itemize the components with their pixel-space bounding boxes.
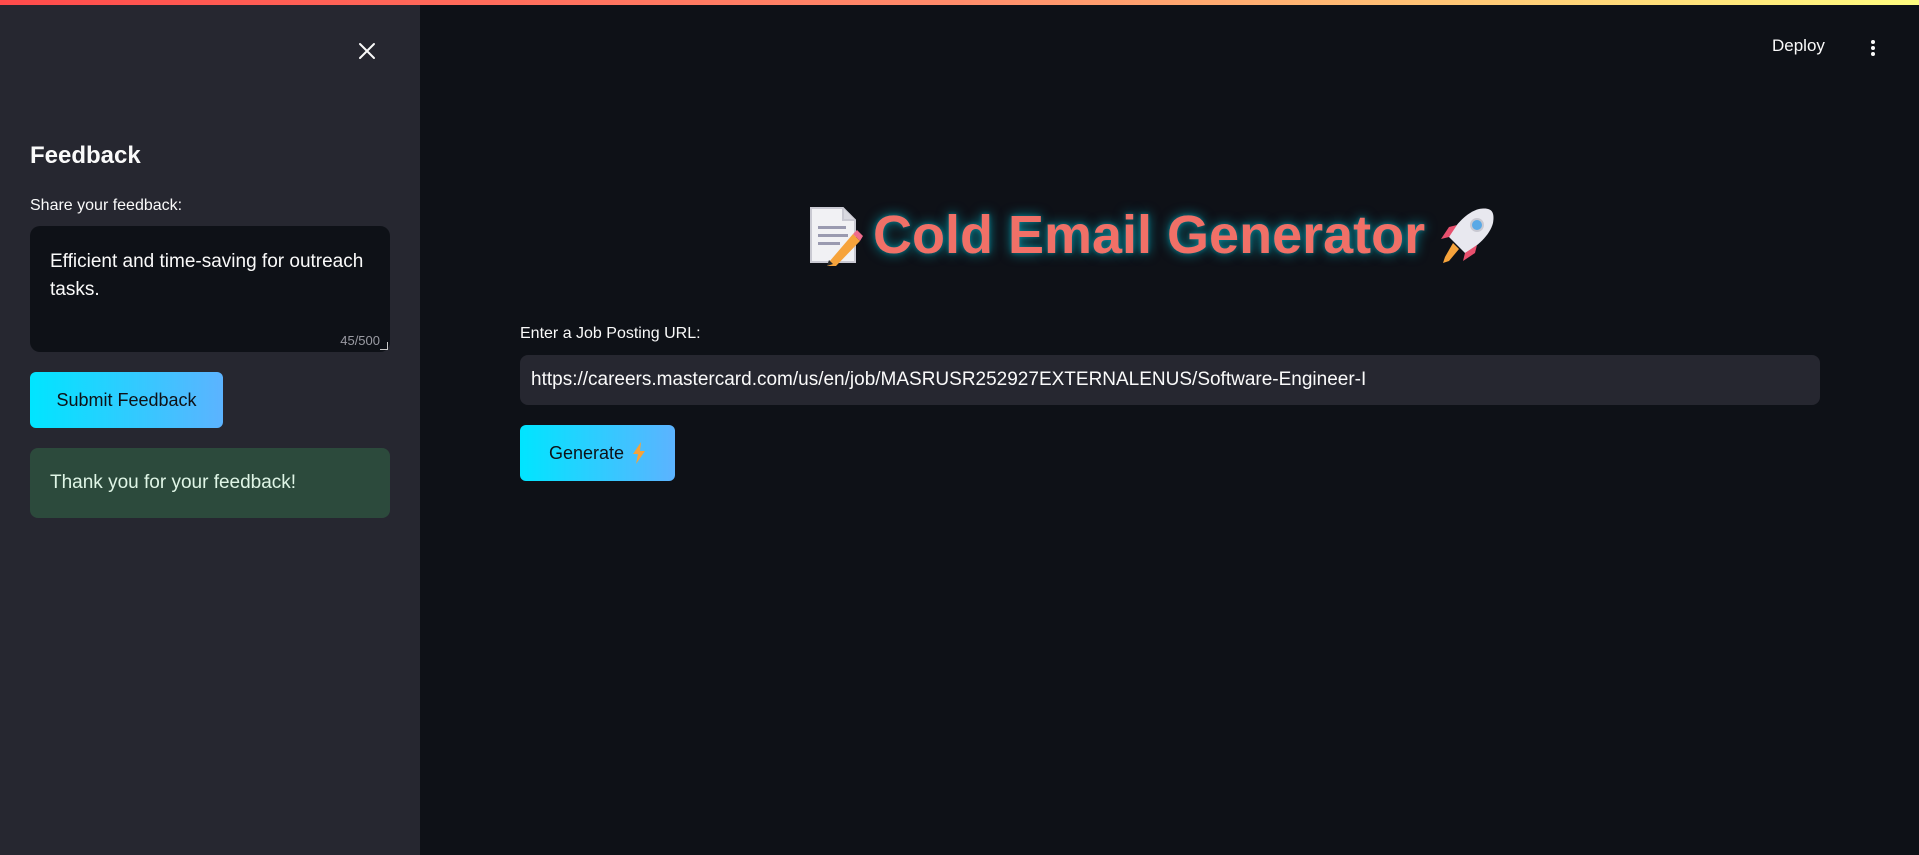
submit-feedback-button[interactable]: Submit Feedback	[30, 372, 223, 428]
close-icon	[359, 43, 375, 59]
kebab-menu-icon[interactable]	[1865, 36, 1881, 60]
memo-icon	[810, 207, 863, 266]
title-text: Cold Email Generator	[873, 205, 1426, 265]
success-alert: Thank you for your feedback!	[30, 448, 390, 518]
sidebar-title: Feedback	[30, 142, 141, 169]
feedback-label: Share your feedback:	[30, 197, 183, 214]
deploy-button[interactable]: Deploy	[1772, 36, 1825, 56]
job-url-input[interactable]	[520, 355, 1820, 405]
lightning-icon	[633, 442, 646, 464]
top-decoration-stripe	[0, 0, 1919, 5]
feedback-textarea[interactable]: Efficient and time-saving for outreach t…	[30, 226, 390, 352]
generate-label: Generate	[548, 442, 625, 463]
rocket-icon	[1441, 208, 1494, 263]
close-sidebar-button[interactable]	[352, 36, 382, 66]
resize-handle-icon[interactable]	[380, 342, 388, 350]
generate-button[interactable]: Generate	[520, 425, 675, 481]
success-message: Thank you for your feedback!	[50, 472, 297, 493]
sidebar: Feedback Share your feedback: Efficient …	[0, 0, 420, 855]
url-label: Enter a Job Posting URL:	[520, 325, 701, 342]
char-count: 45/500	[340, 333, 380, 348]
page-title: Cold Email Generator	[805, 200, 1499, 270]
feedback-textarea-container: Efficient and time-saving for outreach t…	[30, 226, 390, 352]
